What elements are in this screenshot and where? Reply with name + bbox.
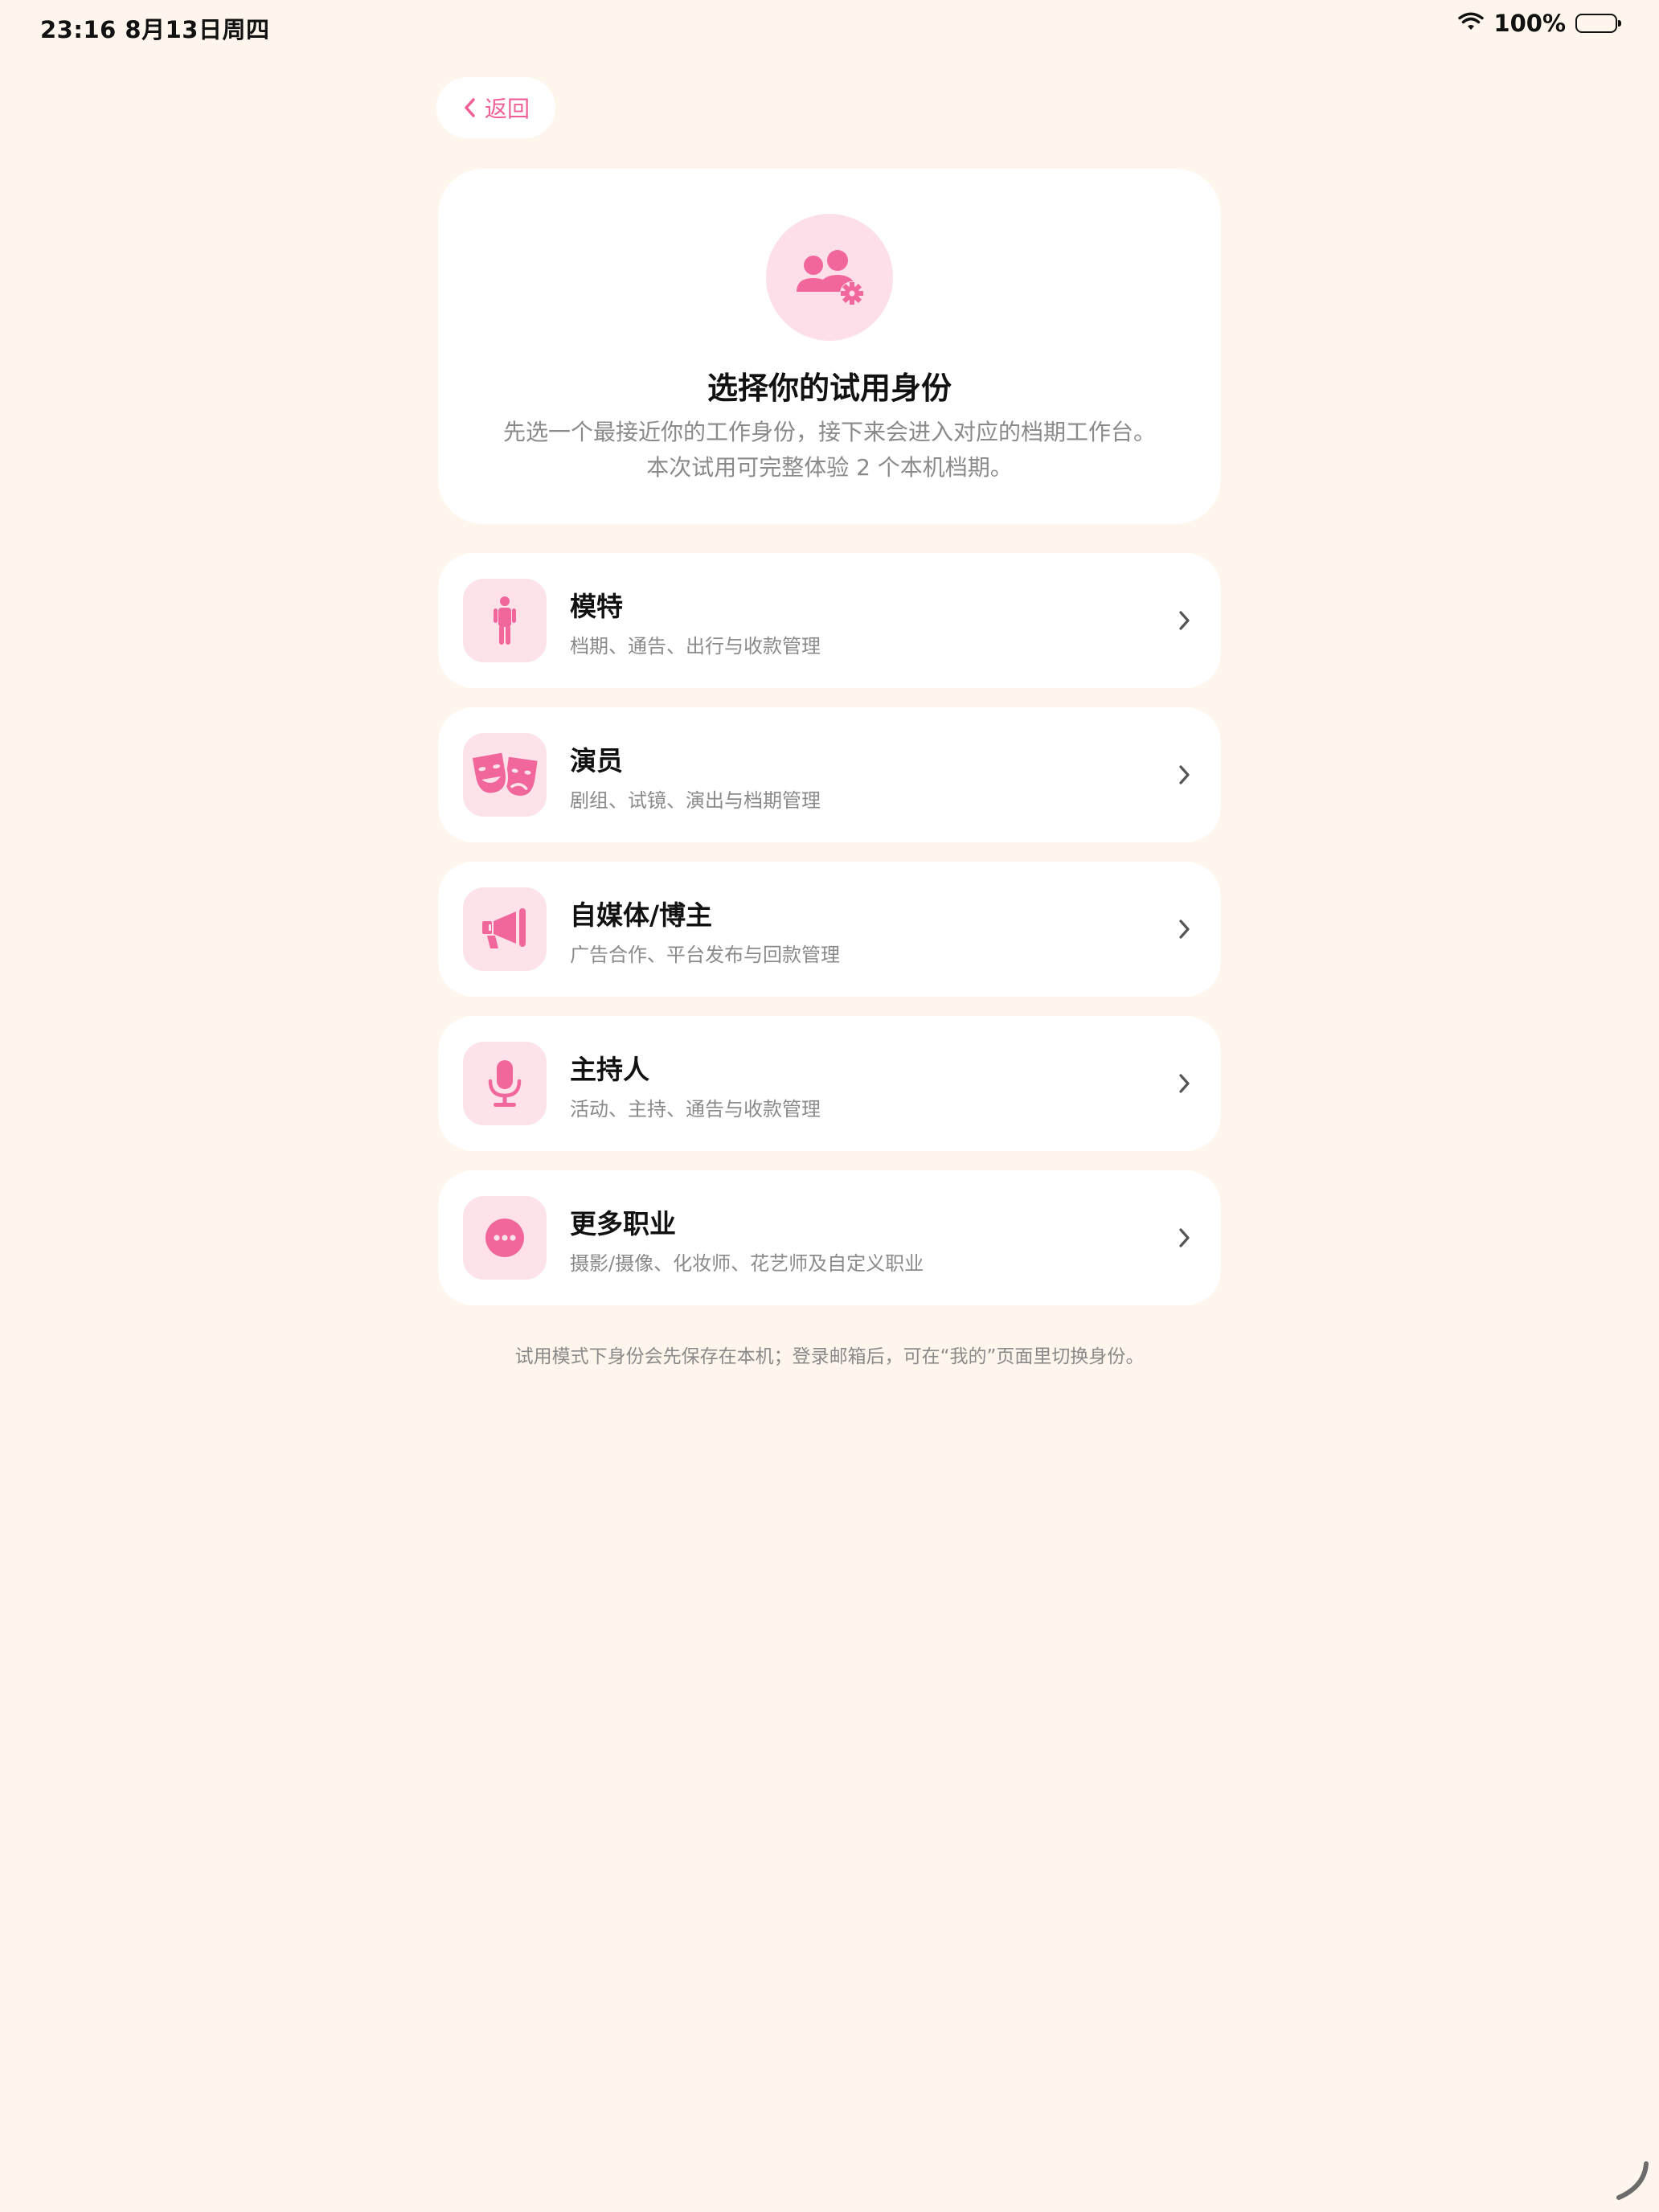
option-subtitle: 档期、通告、出行与收款管理 xyxy=(570,635,821,657)
option-actor[interactable]: 演员 剧组、试镜、演出与档期管理 xyxy=(438,707,1221,842)
status-time: 23:16 8月13日周四 xyxy=(40,16,270,43)
description-line-2: 本次试用可完整体验 2 个本机档期。 xyxy=(646,454,1013,481)
back-button-label: 返回 xyxy=(484,96,530,122)
person-icon xyxy=(463,579,547,662)
back-button[interactable]: 返回 xyxy=(436,77,555,138)
description-line-1: 先选一个最接近你的工作身份，接下来会进入对应的档期工作台。 xyxy=(502,419,1156,445)
chevron-right-icon xyxy=(1169,606,1198,635)
status-bar: 23:16 8月13日周四 100% xyxy=(0,0,1659,51)
megaphone-icon xyxy=(463,887,547,971)
page-title: 选择你的试用身份 xyxy=(707,371,952,406)
chevron-right-icon xyxy=(1169,760,1198,789)
theater-masks-icon xyxy=(463,733,547,817)
chevron-right-icon xyxy=(1169,915,1198,944)
option-title: 模特 xyxy=(570,591,623,622)
header-card: 选择你的试用身份 先选一个最接近你的工作身份，接下来会进入对应的档期工作台。 本… xyxy=(438,169,1221,524)
chevron-right-icon xyxy=(1169,1069,1198,1098)
resize-handle-icon[interactable] xyxy=(1608,2157,1653,2206)
wifi-icon xyxy=(1458,12,1485,35)
chevron-right-icon xyxy=(1169,1223,1198,1252)
option-subtitle: 活动、主持、通告与收款管理 xyxy=(570,1098,821,1120)
option-title: 主持人 xyxy=(570,1054,649,1085)
option-title: 自媒体/博主 xyxy=(570,899,713,931)
option-host[interactable]: 主持人 活动、主持、通告与收款管理 xyxy=(438,1016,1221,1151)
battery-icon xyxy=(1575,14,1621,33)
option-model[interactable]: 模特 档期、通告、出行与收款管理 xyxy=(438,553,1221,688)
option-subtitle: 摄影/摄像、化妆师、花艺师及自定义职业 xyxy=(570,1252,924,1275)
option-more-professions[interactable]: 更多职业 摄影/摄像、化妆师、花艺师及自定义职业 xyxy=(438,1170,1221,1305)
chevron-left-icon xyxy=(462,97,477,118)
option-subtitle: 广告合作、平台发布与回款管理 xyxy=(570,944,840,966)
option-subtitle: 剧组、试镜、演出与档期管理 xyxy=(570,789,821,812)
microphone-icon xyxy=(463,1042,547,1125)
footnote: 试用模式下身份会先保存在本机；登录邮箱后，可在“我的”页面里切换身份。 xyxy=(514,1346,1145,1367)
battery-percentage: 100% xyxy=(1493,10,1566,37)
trial-identity-page: 23:16 8月13日周四 100% 返回 选择你的试用身份 先选一个最接近你的… xyxy=(0,0,1659,2212)
more-dots-icon xyxy=(463,1196,547,1280)
people-gear-icon xyxy=(766,214,893,341)
page-description: 先选一个最接近你的工作身份，接下来会进入对应的档期工作台。 本次试用可完整体验 … xyxy=(470,415,1189,485)
option-title: 演员 xyxy=(570,745,623,776)
option-influencer[interactable]: 自媒体/博主 广告合作、平台发布与回款管理 xyxy=(438,862,1221,997)
status-indicators: 100% xyxy=(1458,10,1621,37)
option-title: 更多职业 xyxy=(570,1208,676,1239)
